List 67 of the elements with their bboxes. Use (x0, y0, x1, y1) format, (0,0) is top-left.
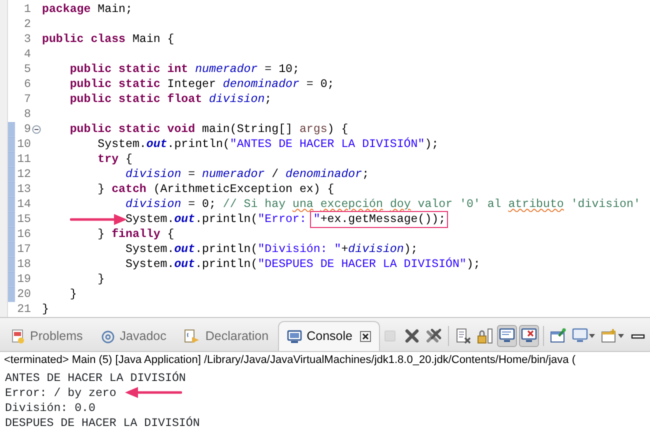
code-line: } (68, 287, 77, 302)
toolbar-button[interactable] (519, 325, 540, 347)
line-number: 2 (23, 17, 31, 32)
console-header: <terminated> Main (5) [Java Application] /Library/Java/JavaVirtualMachines/jdk1.8.0_20.jdk/Contents/Home/bin/java ( (3, 353, 576, 368)
collapse-icon[interactable] (32, 125, 41, 134)
stop-icon (382, 328, 398, 344)
code-line: } finally { (96, 227, 174, 242)
line-number: 12 (16, 167, 31, 182)
monitor-icon (499, 328, 516, 344)
panel-tab[interactable]: Declaration (175, 321, 278, 351)
code-line: System.out.println("ANTES DE HACER LA DIVISIÓN"); (96, 137, 439, 152)
monitor-icon (572, 328, 588, 344)
console-output-line: Error: / by zero (4, 386, 116, 401)
code-line: System.out.println("DESPUES DE HACER LA DIVISIÓN"); (124, 257, 480, 272)
code-line: package Main; (42, 2, 132, 17)
code-line: public class Main { (42, 32, 174, 47)
line-number: 17 (16, 242, 31, 257)
code-line: public static float division; (68, 92, 272, 107)
line-number: 8 (23, 107, 31, 122)
console-output-line: DESPUES DE HACER LA DIVISIÓN (4, 416, 200, 431)
code-line: public static Integer denominador = 0; (68, 77, 334, 92)
line-number: 5 (23, 62, 31, 77)
caret-icon (589, 334, 596, 338)
code-line: } catch (ArithmeticException ex) { (96, 182, 334, 197)
line-number: 4 (23, 47, 31, 62)
line-number: 10 (16, 137, 31, 152)
toolbar-button[interactable] (497, 325, 518, 347)
warning-list-icon (11, 329, 25, 344)
code-line: division = numerador / denominador; (124, 167, 370, 182)
pin-icon (550, 328, 566, 344)
line-number: 14 (16, 197, 31, 212)
close-icon (404, 328, 420, 344)
code-line: public static int numerador = 10; (68, 62, 300, 77)
clear-document-icon (455, 328, 472, 344)
code-line: division = 0; // Si hay una excepción doy valor '0' al atributo 'division' (124, 197, 640, 212)
document-icon (184, 328, 200, 344)
console-output-line: ANTES DE HACER LA DIVISIÓN (4, 371, 186, 386)
line-number: 18 (16, 257, 31, 272)
code-line: } (96, 272, 105, 287)
line-number: 1 (23, 2, 31, 17)
line-number: 21 (16, 302, 31, 317)
code-line: } (42, 302, 49, 317)
line-number: 19 (16, 272, 31, 287)
line-number: 7 (23, 92, 31, 107)
panel-tab[interactable]: Javadoc (92, 321, 176, 351)
line-number: 13 (16, 182, 31, 197)
line-number: 16 (16, 227, 31, 242)
monitor-error-icon (521, 328, 538, 344)
new-window-icon (601, 328, 618, 344)
line-number: 20 (16, 287, 31, 302)
panel-tab[interactable]: Console (278, 321, 380, 351)
line-number: 6 (23, 77, 31, 92)
console-output-line: División: 0.0 (4, 401, 96, 416)
monitor-icon (286, 330, 302, 344)
close-all-icon (426, 328, 442, 344)
panel-tab[interactable]: Problems (2, 321, 92, 351)
code-line: try { (96, 152, 132, 167)
lock-icon (477, 328, 494, 344)
close-icon[interactable] (360, 331, 372, 342)
caret-icon (618, 334, 624, 338)
line-number: 15 (16, 212, 31, 227)
line-number: 11 (16, 152, 31, 167)
line-number: 3 (23, 32, 31, 47)
code-line: System.out.println("Error: "+ex.getMessage()); (124, 212, 446, 227)
code-line: public static void main(String[] args) { (68, 122, 348, 137)
code-line: System.out.println("División: "+division); (124, 242, 418, 257)
line-number: 9 (23, 122, 31, 137)
